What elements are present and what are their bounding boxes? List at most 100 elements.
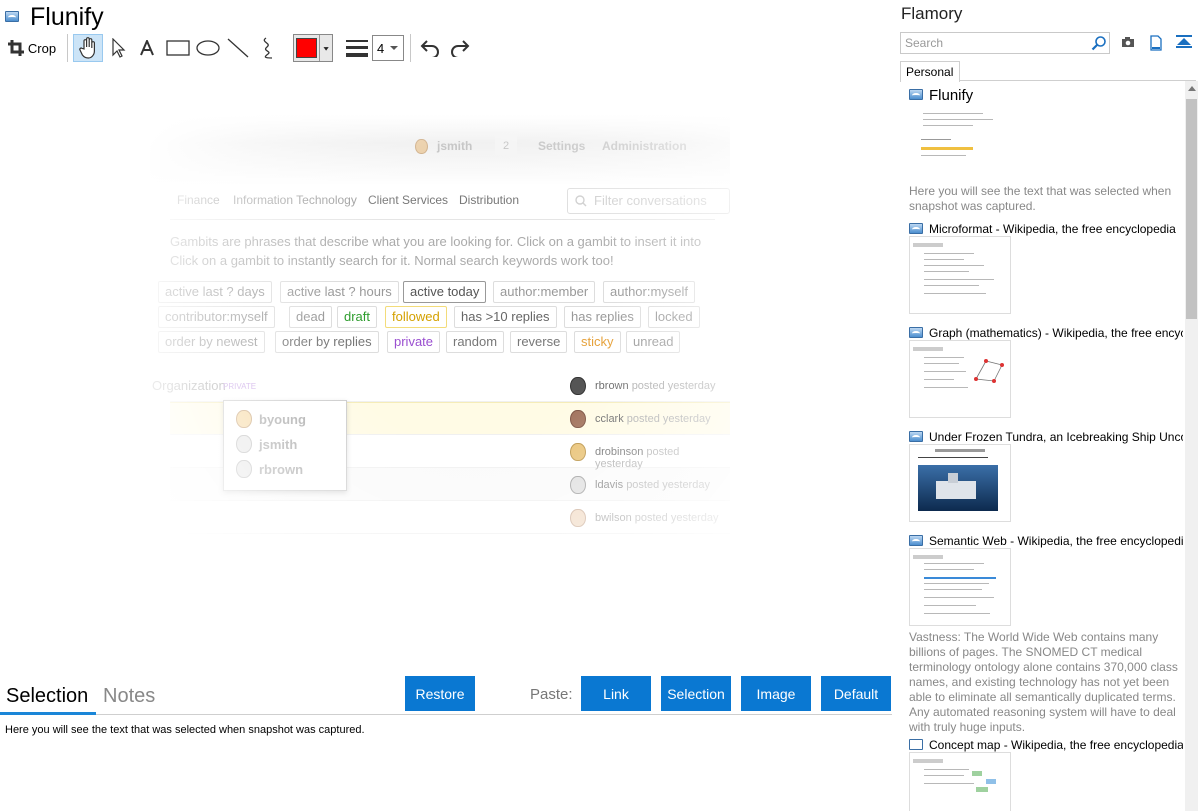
hand-icon: [79, 37, 95, 59]
rectangle-tool-button[interactable]: [164, 34, 192, 62]
gambit: order by replies: [275, 331, 379, 353]
redo-icon: [451, 40, 470, 57]
color-picker[interactable]: [293, 34, 333, 62]
list-item-description: Here you will see the text that was sele…: [909, 184, 1172, 213]
flamory-panel: Flamory Search Personal Flunify Here you…: [898, 0, 1198, 811]
chevron-down-icon: [390, 46, 399, 50]
concept-map-image: [972, 767, 1002, 797]
participants-popup: byoung jsmith rbrown: [223, 400, 347, 491]
document-icon[interactable]: [1149, 35, 1163, 51]
line-width-value: 4: [377, 40, 385, 56]
paste-selection-button[interactable]: Selection: [661, 676, 731, 711]
toolbar-separator: [67, 34, 68, 62]
captured-nav-admin: Administration: [602, 139, 687, 153]
post-meta: drobinson posted yesterday: [595, 446, 680, 470]
captured-filter-text: Filter conversations: [594, 193, 707, 208]
hand-tool-button[interactable]: [73, 34, 103, 62]
crop-button[interactable]: Crop: [6, 34, 58, 62]
gambit: dead: [289, 306, 332, 328]
captured-nav-settings: Settings: [538, 139, 586, 153]
line-tool-button[interactable]: [225, 34, 251, 62]
gambit: unread: [626, 331, 681, 353]
redo-button[interactable]: [446, 34, 474, 62]
thumbnail: [909, 340, 1011, 418]
search-icon[interactable]: [1091, 35, 1107, 51]
gambit: has >10 replies: [454, 306, 557, 328]
thumbnail: [909, 236, 1011, 314]
captured-channel: Distribution: [459, 193, 520, 207]
restore-button[interactable]: Restore: [405, 676, 475, 711]
panel-title: Flamory: [901, 4, 963, 23]
captured-channel: Client Services: [368, 193, 449, 207]
snapshot-list: Flunify Here you will see the text that …: [898, 81, 1184, 811]
captured-help-line: Gambits are phrases that describe what y…: [170, 234, 702, 249]
text-icon: [140, 40, 154, 56]
camera-icon[interactable]: [1121, 35, 1135, 49]
captured-channel: Information Technology: [233, 193, 357, 207]
line-width-select[interactable]: 4: [372, 35, 404, 61]
tab-notes[interactable]: Notes: [103, 685, 155, 708]
gambit: author:member: [493, 281, 596, 303]
thumbnail: [909, 444, 1011, 522]
freehand-icon: [263, 37, 273, 59]
select-tool-button[interactable]: [106, 34, 132, 62]
gambit-sticky: sticky: [574, 331, 621, 353]
avatar: [236, 435, 252, 453]
gambit: contributor:myself: [158, 306, 275, 328]
active-tab-indicator: [0, 712, 96, 715]
thumbnail: [909, 103, 1011, 179]
gambit: active today: [403, 281, 487, 303]
color-swatch: [296, 38, 317, 58]
captured-help-line: Click on a gambit to instantly search fo…: [170, 253, 614, 268]
gambit: reverse: [510, 331, 568, 353]
avatar: [236, 460, 252, 478]
ellipse-tool-button[interactable]: [194, 34, 222, 62]
gambit-private: private: [387, 331, 441, 353]
graph-diagram-icon: [974, 359, 1004, 383]
selection-text[interactable]: Here you will see the text that was sele…: [5, 724, 365, 736]
line-width-icon-button[interactable]: [344, 34, 370, 62]
gambit: has replies: [564, 306, 641, 328]
post-meta: bwilson posted yesterday: [595, 512, 719, 524]
gambit: active last ? days: [158, 281, 272, 303]
snapshot-title: Flunify: [30, 3, 104, 31]
avatar: [236, 410, 252, 428]
gambit-followed: followed: [385, 306, 447, 328]
gambit-draft: draft: [337, 306, 378, 328]
post-meta: cclark posted yesterday: [595, 413, 711, 425]
app-icon: [909, 89, 923, 100]
paste-link-button[interactable]: Link: [581, 676, 651, 711]
line-width-icon: [346, 40, 368, 57]
paste-image-button[interactable]: Image: [741, 676, 811, 711]
avatar: [570, 476, 586, 494]
thumbnail: [909, 548, 1011, 626]
captured-user: jsmith: [437, 139, 473, 153]
avatar: [570, 410, 586, 428]
freehand-tool-button[interactable]: [255, 34, 281, 62]
text-tool-button[interactable]: [134, 34, 160, 62]
gambit: author:myself: [603, 281, 696, 303]
app-icon: [909, 535, 923, 546]
pointer-icon: [112, 38, 126, 58]
collapse-top-icon[interactable]: [1176, 35, 1192, 49]
avatar: [570, 443, 586, 461]
tab-selection[interactable]: Selection: [6, 685, 88, 708]
line-icon: [227, 38, 249, 58]
captured-screenshot: jsmith 2 Settings Administration Finance…: [150, 115, 730, 615]
list-item-title: Semantic Web - Wikipedia, the free encyc…: [929, 534, 1183, 548]
list-item-title: Graph (mathematics) - Wikipedia, the fre…: [929, 326, 1183, 340]
tab-personal[interactable]: Personal: [900, 61, 960, 82]
list-item-description: Vastness: The World Wide Web contains ma…: [909, 630, 1178, 734]
avatar: [570, 509, 586, 527]
scroll-up-icon[interactable]: [1188, 86, 1196, 91]
divider: [170, 219, 715, 220]
app-window: Flunify Crop 4 jsmith 2 Settings Adminis…: [0, 0, 1198, 811]
news-photo: [918, 465, 998, 511]
search-input[interactable]: Search: [900, 32, 1110, 54]
snapshot-canvas[interactable]: jsmith 2 Settings Administration Finance…: [0, 75, 892, 675]
paste-default-button[interactable]: Default: [821, 676, 891, 711]
undo-button[interactable]: [416, 34, 444, 62]
ellipse-icon: [196, 40, 220, 56]
scrollbar-thumb[interactable]: [1186, 99, 1197, 319]
tab-divider: [0, 714, 892, 715]
